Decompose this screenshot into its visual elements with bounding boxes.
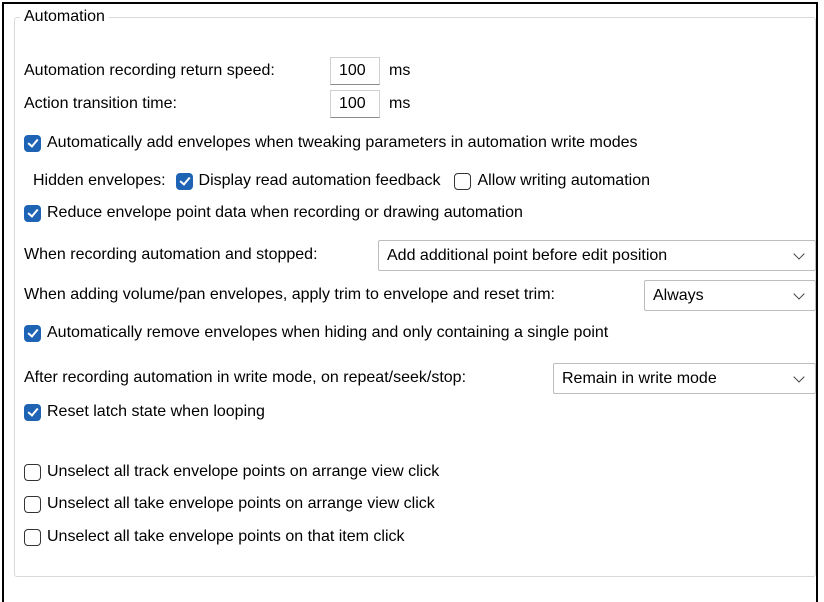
return-speed-label: Automation recording return speed: xyxy=(24,62,275,79)
auto-remove-label: Automatically remove envelopes when hidi… xyxy=(47,324,609,341)
unselect-item-option[interactable]: Unselect all take envelope points on tha… xyxy=(24,526,405,548)
unselect-take-label: Unselect all take envelope points on arr… xyxy=(47,495,435,512)
after-write-dropdown[interactable]: Remain in write mode xyxy=(553,363,816,394)
return-speed-unit: ms xyxy=(389,62,411,79)
stopped-selected: Add additional point before edit positio… xyxy=(387,247,668,264)
unselect-take-option[interactable]: Unselect all take envelope points on arr… xyxy=(24,493,435,515)
auto-add-envelopes-label: Automatically add envelopes when tweakin… xyxy=(47,134,638,151)
unselect-track-checkbox[interactable] xyxy=(24,463,41,481)
chevron-down-icon xyxy=(793,371,805,383)
unselect-take-checkbox[interactable] xyxy=(24,495,41,513)
transition-time-unit: ms xyxy=(389,95,411,112)
group-title: Automation xyxy=(20,7,109,27)
auto-add-envelopes-option[interactable]: Automatically add envelopes when tweakin… xyxy=(24,132,638,154)
hidden-envelopes-row: Hidden envelopes: Display read automation… xyxy=(33,170,650,192)
trim-selected: Always xyxy=(653,287,704,304)
auto-remove-checkbox[interactable] xyxy=(24,324,41,342)
hidden-envelopes-label: Hidden envelopes: xyxy=(33,172,166,189)
unselect-track-option[interactable]: Unselect all track envelope points on ar… xyxy=(24,461,439,483)
stopped-label: When recording automation and stopped: xyxy=(24,246,318,263)
auto-remove-option[interactable]: Automatically remove envelopes when hidi… xyxy=(24,322,608,344)
auto-add-envelopes-checkbox[interactable] xyxy=(24,134,41,152)
unselect-track-label: Unselect all track envelope points on ar… xyxy=(47,463,440,480)
unselect-item-checkbox[interactable] xyxy=(24,528,41,546)
reduce-points-checkbox[interactable] xyxy=(24,204,41,222)
reduce-points-option[interactable]: Reduce envelope point data when recordin… xyxy=(24,202,523,224)
after-write-selected: Remain in write mode xyxy=(562,370,717,387)
reduce-points-label: Reduce envelope point data when recordin… xyxy=(47,204,523,221)
reset-latch-checkbox[interactable] xyxy=(24,403,41,421)
stopped-dropdown[interactable]: Add additional point before edit positio… xyxy=(378,240,816,271)
transition-time-label: Action transition time: xyxy=(24,95,177,112)
display-feedback-label: Display read automation feedback xyxy=(198,172,441,189)
trim-label: When adding volume/pan envelopes, apply … xyxy=(24,286,555,303)
reset-latch-option[interactable]: Reset latch state when looping xyxy=(24,401,265,423)
allow-writing-checkbox[interactable] xyxy=(454,172,472,190)
after-write-label: After recording automation in write mode… xyxy=(24,369,467,386)
chevron-down-icon xyxy=(793,288,805,300)
transition-time-input[interactable]: 100 xyxy=(330,90,380,118)
trim-dropdown[interactable]: Always xyxy=(644,280,816,311)
unselect-item-label: Unselect all take envelope points on tha… xyxy=(47,528,405,545)
display-feedback-checkbox[interactable] xyxy=(175,172,193,190)
chevron-down-icon xyxy=(793,248,805,260)
reset-latch-label: Reset latch state when looping xyxy=(47,403,265,420)
allow-writing-label: Allow writing automation xyxy=(477,172,650,189)
return-speed-input[interactable]: 100 xyxy=(330,57,380,85)
